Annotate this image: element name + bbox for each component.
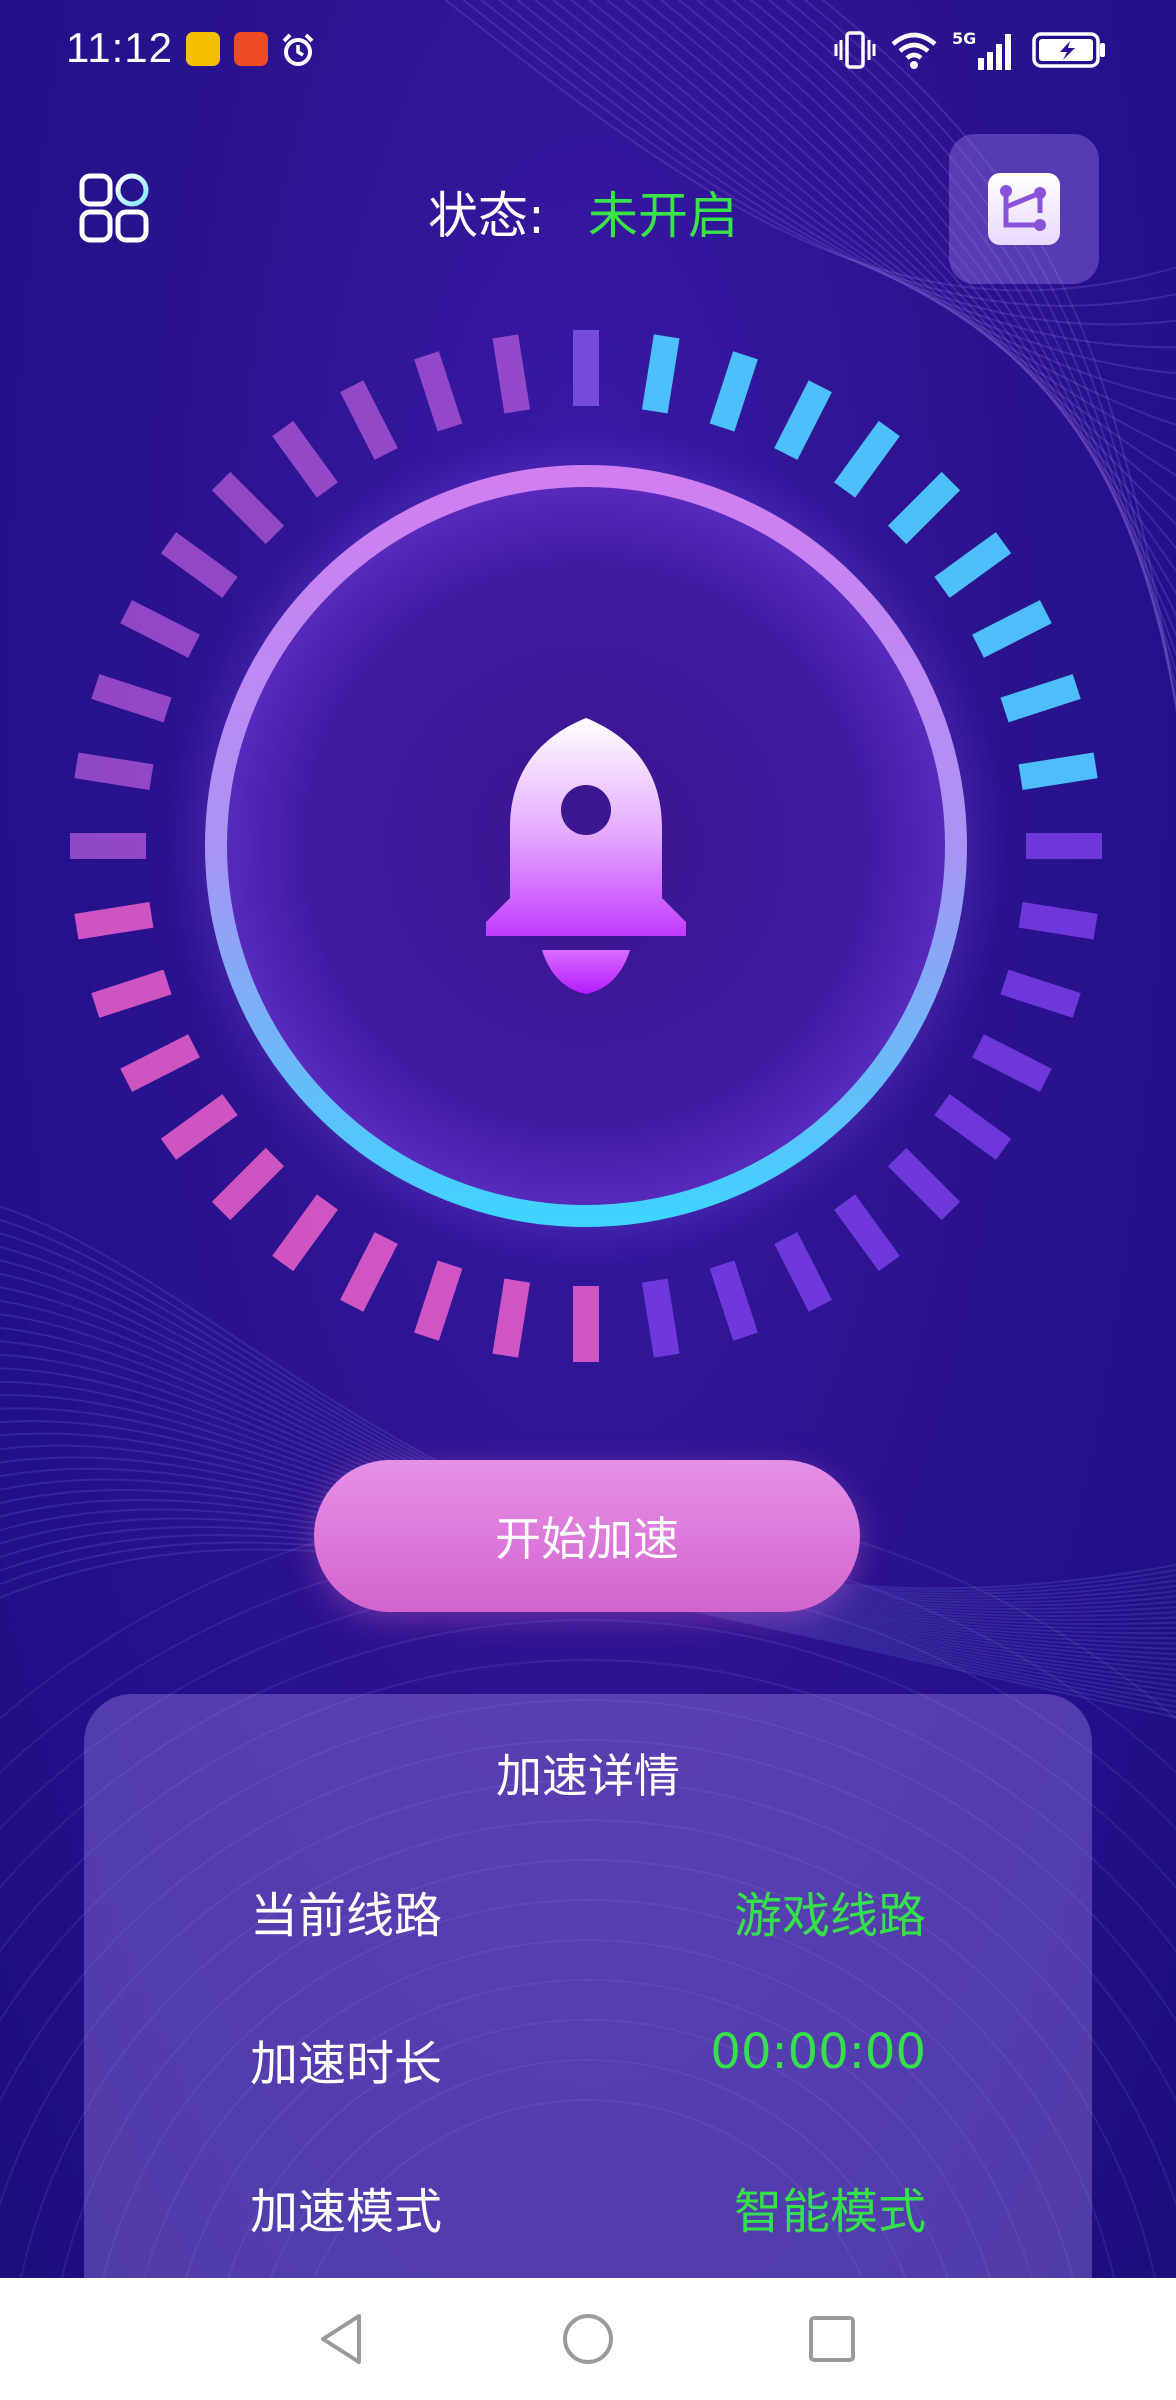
wifi-icon [891,32,937,69]
dial-tick [1018,752,1098,791]
dial-tick [492,334,531,414]
detail-label: 当前线路 [250,1888,443,1944]
dial-tick [709,1260,758,1341]
detail-row-mode: 加速模式 智能模式 [84,2172,1092,2242]
notification-app-icon [234,32,268,66]
status-value: 未开启 [588,187,738,245]
dial-tick [887,471,961,545]
nav-home-button[interactable] [528,2278,648,2400]
alarm-icon [280,32,314,66]
dial-tick [160,532,238,598]
dial-tick [414,1260,463,1341]
status-time: 11:12 [66,24,173,71]
dial-tick [91,969,172,1018]
dial-tick [74,752,154,791]
app-screen: 11:12 5G 状态: 未开启 开始加速 加速详情 当前线路 游戏线路 加速时… [0,0,1176,2278]
dial-tick [1018,901,1098,940]
dial-tick [272,1194,338,1272]
dial-tick [272,420,338,498]
nav-recents-button[interactable] [772,2278,892,2400]
dial-tick [340,1232,398,1312]
dial-tick [972,600,1052,658]
dial-tick [492,1278,531,1358]
dial-tick [887,1147,961,1221]
dial-tick [934,1094,1012,1160]
speed-dial [70,330,1102,1362]
dial-tick [709,351,758,432]
route-icon [988,173,1060,245]
status-bar: 11:12 5G [0,0,1176,100]
dial-tick [774,380,832,460]
cellular-signal-icon: 5G [952,29,1011,70]
back-icon [321,2314,361,2364]
dial-tick [414,351,463,432]
notification-app-icon [186,32,220,66]
dial-tick [1000,969,1081,1018]
detail-row-route: 当前线路 游戏线路 [84,1876,1092,1946]
acceleration-details-panel: 加速详情 当前线路 游戏线路 加速时长 00:00:00 加速模式 智能模式 [84,1694,1092,2278]
dial-tick [774,1232,832,1312]
grid-icon [79,173,149,243]
status-label: 状态: [428,187,545,245]
route-select-button[interactable] [949,134,1099,284]
detail-value: 智能模式 [733,2184,926,2240]
dial-tick [211,1147,285,1221]
detail-label: 加速时长 [250,2036,443,2092]
detail-row-duration: 加速时长 00:00:00 [84,2024,1092,2094]
dial-tick [91,674,172,723]
detail-label: 加速模式 [250,2184,443,2240]
dial-tick [340,380,398,460]
dial-tick [74,901,154,940]
detail-value: 游戏线路 [733,1888,926,1944]
details-title: 加速详情 [496,1749,680,1803]
dial-tick [160,1094,238,1160]
dial-tick [211,471,285,545]
recents-icon [809,2316,855,2362]
dial-tick [972,1034,1052,1092]
status-icons: 5G [834,28,1106,72]
menu-grid-button[interactable] [78,172,150,244]
home-icon [563,2314,613,2364]
start-acceleration-button[interactable]: 开始加速 [314,1460,860,1612]
dial-tick [834,420,900,498]
dial-tick [834,1194,900,1272]
dial-tick [120,1034,200,1092]
dial-tick [1000,674,1081,723]
nav-back-button[interactable] [282,2278,402,2400]
dial-tick [641,334,680,414]
detail-value: 00:00:00 [710,2024,926,2080]
vibrate-icon [834,31,876,69]
dial-tick [934,532,1012,598]
system-nav-bar [0,2278,1176,2400]
dial-tick [120,600,200,658]
battery-charging-icon [1032,32,1105,68]
svg-text:5G: 5G [952,29,976,48]
dial-tick [641,1278,680,1358]
